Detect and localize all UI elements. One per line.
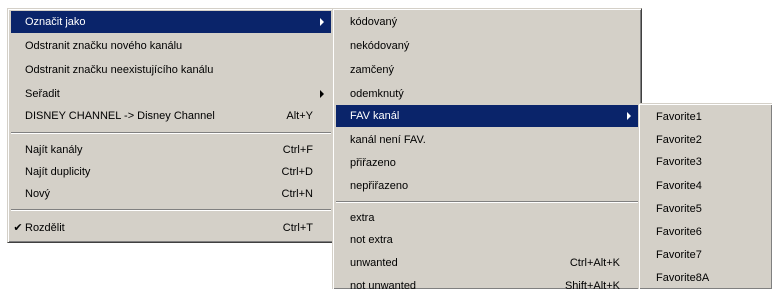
menu-item-favorite1[interactable]: Favorite1 bbox=[642, 106, 770, 128]
menu-item-favorite2[interactable]: Favorite2 bbox=[642, 129, 770, 151]
menu-item-label: Najít kanály bbox=[25, 144, 83, 156]
menu-item-label: Označit jako bbox=[25, 16, 86, 28]
menu-item-disney-rename[interactable]: DISNEY CHANNEL -> Disney Channel Alt+Y bbox=[11, 105, 331, 127]
menu-item-oznacit-jako[interactable]: Označit jako bbox=[11, 11, 331, 33]
menu-item-label: Najít duplicity bbox=[25, 166, 91, 178]
menu-separator bbox=[11, 209, 331, 211]
submenu-arrow-icon bbox=[320, 90, 324, 98]
menu-item-shortcut: Ctrl+D bbox=[281, 166, 313, 178]
submenu-arrow-icon bbox=[627, 112, 631, 120]
menu-item-seradit[interactable]: Seřadit bbox=[11, 83, 331, 105]
menu-item-rozdelit[interactable]: ✔ Rozdělit Ctrl+T bbox=[11, 217, 331, 239]
menu-item-label: Favorite5 bbox=[656, 203, 702, 215]
menu-item-label: Favorite1 bbox=[656, 111, 702, 123]
submenu-oznacit-jako: kódovaný nekódovaný zamčený odemknutý FA… bbox=[332, 8, 642, 292]
menu-item-favorite5[interactable]: Favorite5 bbox=[642, 198, 770, 220]
menu-item-extra[interactable]: extra bbox=[336, 207, 638, 229]
menu-item-label: DISNEY CHANNEL -> Disney Channel bbox=[25, 110, 215, 122]
menu-item-kodovany[interactable]: kódovaný bbox=[336, 11, 638, 33]
menu-item-label: kódovaný bbox=[350, 16, 398, 28]
menu-item-favorite4[interactable]: Favorite4 bbox=[642, 175, 770, 197]
menu-item-label: Favorite3 bbox=[656, 156, 702, 168]
menu-item-label: extra bbox=[350, 212, 375, 224]
menu-item-odemknuty[interactable]: odemknutý bbox=[336, 83, 638, 105]
menu-item-nekodovany[interactable]: nekódovaný bbox=[336, 35, 638, 57]
menu-item-label: Odstranit značku nového kanálu bbox=[25, 40, 183, 52]
menu-item-label: kanál není FAV. bbox=[350, 134, 426, 146]
menu-item-shortcut: Ctrl+F bbox=[282, 144, 313, 156]
menu-item-label: odemknutý bbox=[350, 88, 404, 100]
menu-item-prirazeno[interactable]: přiřazeno bbox=[336, 152, 638, 174]
menu-item-shortcut: Shift+Alt+K bbox=[564, 280, 620, 292]
menu-item-shortcut: Ctrl+Alt+K bbox=[569, 257, 620, 269]
menu-item-neprirazeno[interactable]: nepřiřazeno bbox=[336, 175, 638, 197]
menu-item-label: Seřadit bbox=[25, 88, 60, 100]
menu-item-shortcut: Alt+Y bbox=[286, 110, 313, 122]
menu-separator bbox=[11, 132, 331, 134]
menu-item-label: Favorite7 bbox=[656, 249, 702, 261]
menu-item-label: Rozdělit bbox=[25, 222, 65, 234]
menu-item-label: Nový bbox=[25, 188, 51, 200]
menu-item-label: přiřazeno bbox=[350, 157, 396, 169]
menu-item-favorite7[interactable]: Favorite7 bbox=[642, 244, 770, 266]
menu-item-label: not unwanted bbox=[350, 280, 417, 292]
submenu-arrow-icon bbox=[320, 18, 324, 26]
menu-item-label: unwanted bbox=[350, 257, 398, 269]
menu-item-label: FAV kanál bbox=[350, 110, 400, 122]
submenu-fav-kanal: Favorite1 Favorite2 Favorite3 Favorite4 … bbox=[638, 103, 772, 289]
menu-item-label: nekódovaný bbox=[350, 40, 410, 52]
menu-item-novy[interactable]: Nový Ctrl+N bbox=[11, 183, 331, 205]
menu-item-favorite8a[interactable]: Favorite8A bbox=[642, 267, 770, 289]
menu-item-label: Favorite2 bbox=[656, 134, 702, 146]
menu-item-zamceny[interactable]: zamčený bbox=[336, 59, 638, 81]
menu-item-najit-kanaly[interactable]: Najít kanály Ctrl+F bbox=[11, 139, 331, 161]
menu-item-label: Odstranit značku neexistujícího kanálu bbox=[25, 64, 214, 76]
menu-item-odstranit-znacku-noveho[interactable]: Odstranit značku nového kanálu bbox=[11, 35, 331, 57]
menu-item-label: zamčený bbox=[350, 64, 395, 76]
menu-item-not-extra[interactable]: not extra bbox=[336, 229, 638, 251]
menu-item-shortcut: Ctrl+N bbox=[281, 188, 313, 200]
menu-item-label: nepřiřazeno bbox=[350, 180, 409, 192]
context-menu-main: Označit jako Odstranit značku nového kan… bbox=[7, 8, 335, 243]
menu-separator bbox=[336, 201, 638, 203]
menu-item-kanal-neni-fav[interactable]: kanál není FAV. bbox=[336, 129, 638, 151]
menu-item-favorite6[interactable]: Favorite6 bbox=[642, 221, 770, 243]
menu-item-label: not extra bbox=[350, 234, 393, 246]
menu-item-label: Favorite4 bbox=[656, 180, 702, 192]
menu-item-fav-kanal[interactable]: FAV kanál bbox=[336, 105, 638, 127]
menu-item-odstranit-znacku-neexistujiciho[interactable]: Odstranit značku neexistujícího kanálu bbox=[11, 59, 331, 81]
menu-item-favorite3[interactable]: Favorite3 bbox=[642, 151, 770, 173]
menu-item-label: Favorite6 bbox=[656, 226, 702, 238]
menu-item-najit-duplicity[interactable]: Najít duplicity Ctrl+D bbox=[11, 161, 331, 183]
menu-item-label: Favorite8A bbox=[656, 272, 710, 284]
menu-item-shortcut: Ctrl+T bbox=[282, 222, 313, 234]
checkmark-icon: ✔ bbox=[13, 222, 23, 234]
menu-item-not-unwanted[interactable]: not unwanted Shift+Alt+K bbox=[336, 275, 638, 297]
menu-item-unwanted[interactable]: unwanted Ctrl+Alt+K bbox=[336, 252, 638, 274]
